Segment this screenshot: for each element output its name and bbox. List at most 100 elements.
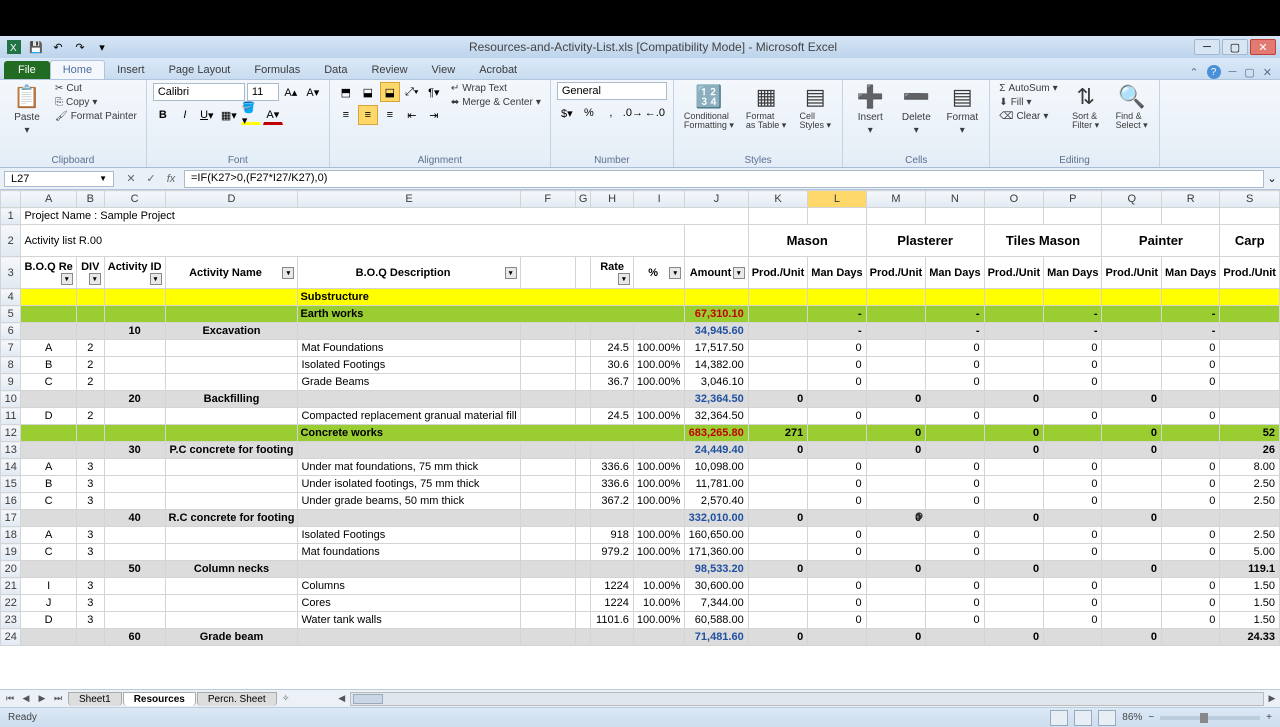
trader-header[interactable]: Painter [1102, 225, 1220, 257]
row-header-2[interactable]: 2 [1, 225, 21, 257]
cell[interactable]: 171,360.00 [685, 544, 748, 561]
formula-input[interactable]: =IF(K27>0,(F27*I27/K27),0) [184, 170, 1264, 188]
column-header-cell[interactable]: Man Days [1044, 257, 1102, 289]
cell[interactable]: 1.50 [1220, 578, 1280, 595]
cell[interactable] [866, 357, 926, 374]
cell[interactable] [76, 323, 104, 340]
fill-button[interactable]: ⬇ Fill ▾ [996, 96, 1060, 109]
cell[interactable]: Column necks [165, 561, 298, 578]
cell[interactable]: 100.00% [633, 357, 684, 374]
cell[interactable] [298, 510, 520, 527]
cell[interactable]: 0 [748, 442, 808, 459]
cell[interactable] [520, 459, 575, 476]
cell[interactable] [984, 476, 1044, 493]
cell[interactable]: B [21, 476, 76, 493]
cell[interactable]: 979.2 [591, 544, 633, 561]
cell[interactable]: 0 [808, 493, 866, 510]
cell[interactable]: 0 [926, 527, 984, 544]
cell[interactable]: 3 [76, 527, 104, 544]
cell[interactable] [591, 510, 633, 527]
decrease-indent-icon[interactable]: ⇤ [402, 105, 422, 125]
tab-home[interactable]: Home [50, 60, 105, 79]
cell[interactable]: Mat Foundations [298, 340, 520, 357]
workbook-restore-icon[interactable]: ▢ [1244, 66, 1254, 79]
row-header-6[interactable]: 6 [1, 323, 21, 340]
cell[interactable] [1220, 340, 1280, 357]
tab-formulas[interactable]: Formulas [242, 61, 312, 79]
cell[interactable]: 160,650.00 [685, 527, 748, 544]
cell[interactable] [21, 510, 76, 527]
cell[interactable]: 24.33 [1220, 629, 1280, 646]
column-header-cell[interactable]: Prod./Unit [748, 257, 808, 289]
cell[interactable] [633, 510, 684, 527]
cell[interactable] [76, 629, 104, 646]
cell[interactable]: 10.00% [633, 595, 684, 612]
trader-header[interactable]: Carp [1220, 225, 1280, 257]
find-select-button[interactable]: 🔍Find &Select ▾ [1111, 82, 1153, 132]
cell[interactable]: 0 [926, 612, 984, 629]
cell[interactable] [520, 544, 575, 561]
excel-icon[interactable]: X [4, 38, 24, 56]
cell[interactable]: A [21, 340, 76, 357]
cell[interactable] [1102, 340, 1162, 357]
cell[interactable] [298, 561, 520, 578]
orientation-icon[interactable]: ⤢▾ [402, 82, 422, 102]
cell-project-name[interactable]: Project Name : Sample Project [21, 208, 748, 225]
row-header-1[interactable]: 1 [1, 208, 21, 225]
cell[interactable] [575, 510, 591, 527]
col-header-P[interactable]: P [1044, 191, 1102, 208]
cell[interactable]: 0⊕ [866, 510, 926, 527]
cell[interactable]: 71,481.60 [685, 629, 748, 646]
cell[interactable]: Grade Beams [298, 374, 520, 391]
sheet-last-icon[interactable]: ⏭ [50, 693, 66, 704]
cell[interactable]: 24,449.40 [685, 442, 748, 459]
cell[interactable] [1220, 374, 1280, 391]
cell[interactable] [104, 527, 165, 544]
cell[interactable] [1102, 578, 1162, 595]
tab-view[interactable]: View [420, 61, 468, 79]
cell[interactable]: 0 [1044, 578, 1102, 595]
cell[interactable]: 0 [926, 544, 984, 561]
cell[interactable] [104, 340, 165, 357]
cell[interactable]: 5.00 [1220, 544, 1280, 561]
row-header-22[interactable]: 22 [1, 595, 21, 612]
cell[interactable]: Isolated Footings [298, 357, 520, 374]
cell[interactable]: Under mat foundations, 75 mm thick [298, 459, 520, 476]
insert-cells-button[interactable]: ➕Insert▾ [849, 82, 891, 138]
cell[interactable]: 0 [984, 629, 1044, 646]
cell[interactable]: - [808, 306, 866, 323]
cell[interactable]: 2.50 [1220, 493, 1280, 510]
cell[interactable] [1044, 425, 1102, 442]
cell[interactable] [748, 493, 808, 510]
cell[interactable] [591, 323, 633, 340]
cell[interactable] [748, 578, 808, 595]
cell[interactable]: 0 [1162, 612, 1220, 629]
cell[interactable]: Mat foundations [298, 544, 520, 561]
cell[interactable]: C [21, 374, 76, 391]
cell[interactable]: P.C concrete for footing [165, 442, 298, 459]
cell[interactable]: 30 [104, 442, 165, 459]
row-header-13[interactable]: 13 [1, 442, 21, 459]
cell[interactable] [1102, 357, 1162, 374]
tab-insert[interactable]: Insert [105, 61, 157, 79]
col-header-F[interactable]: F [520, 191, 575, 208]
cell[interactable]: - [1162, 323, 1220, 340]
tab-file[interactable]: File [4, 61, 50, 79]
cell[interactable]: 336.6 [591, 459, 633, 476]
cell[interactable] [633, 629, 684, 646]
cell[interactable] [926, 391, 984, 408]
cell[interactable]: 8.00 [1220, 459, 1280, 476]
cell[interactable]: 100.00% [633, 544, 684, 561]
cell[interactable] [575, 408, 591, 425]
cell[interactable] [104, 357, 165, 374]
cell[interactable]: 0 [926, 408, 984, 425]
column-header-cell[interactable]: Prod./Unit [1220, 257, 1280, 289]
cell[interactable] [165, 493, 298, 510]
col-header-J[interactable]: J [685, 191, 748, 208]
cell[interactable]: - [1162, 306, 1220, 323]
cell[interactable] [748, 289, 808, 306]
cell[interactable]: 34,945.60 [685, 323, 748, 340]
cell[interactable] [984, 612, 1044, 629]
cell[interactable] [866, 578, 926, 595]
row-header-12[interactable]: 12 [1, 425, 21, 442]
